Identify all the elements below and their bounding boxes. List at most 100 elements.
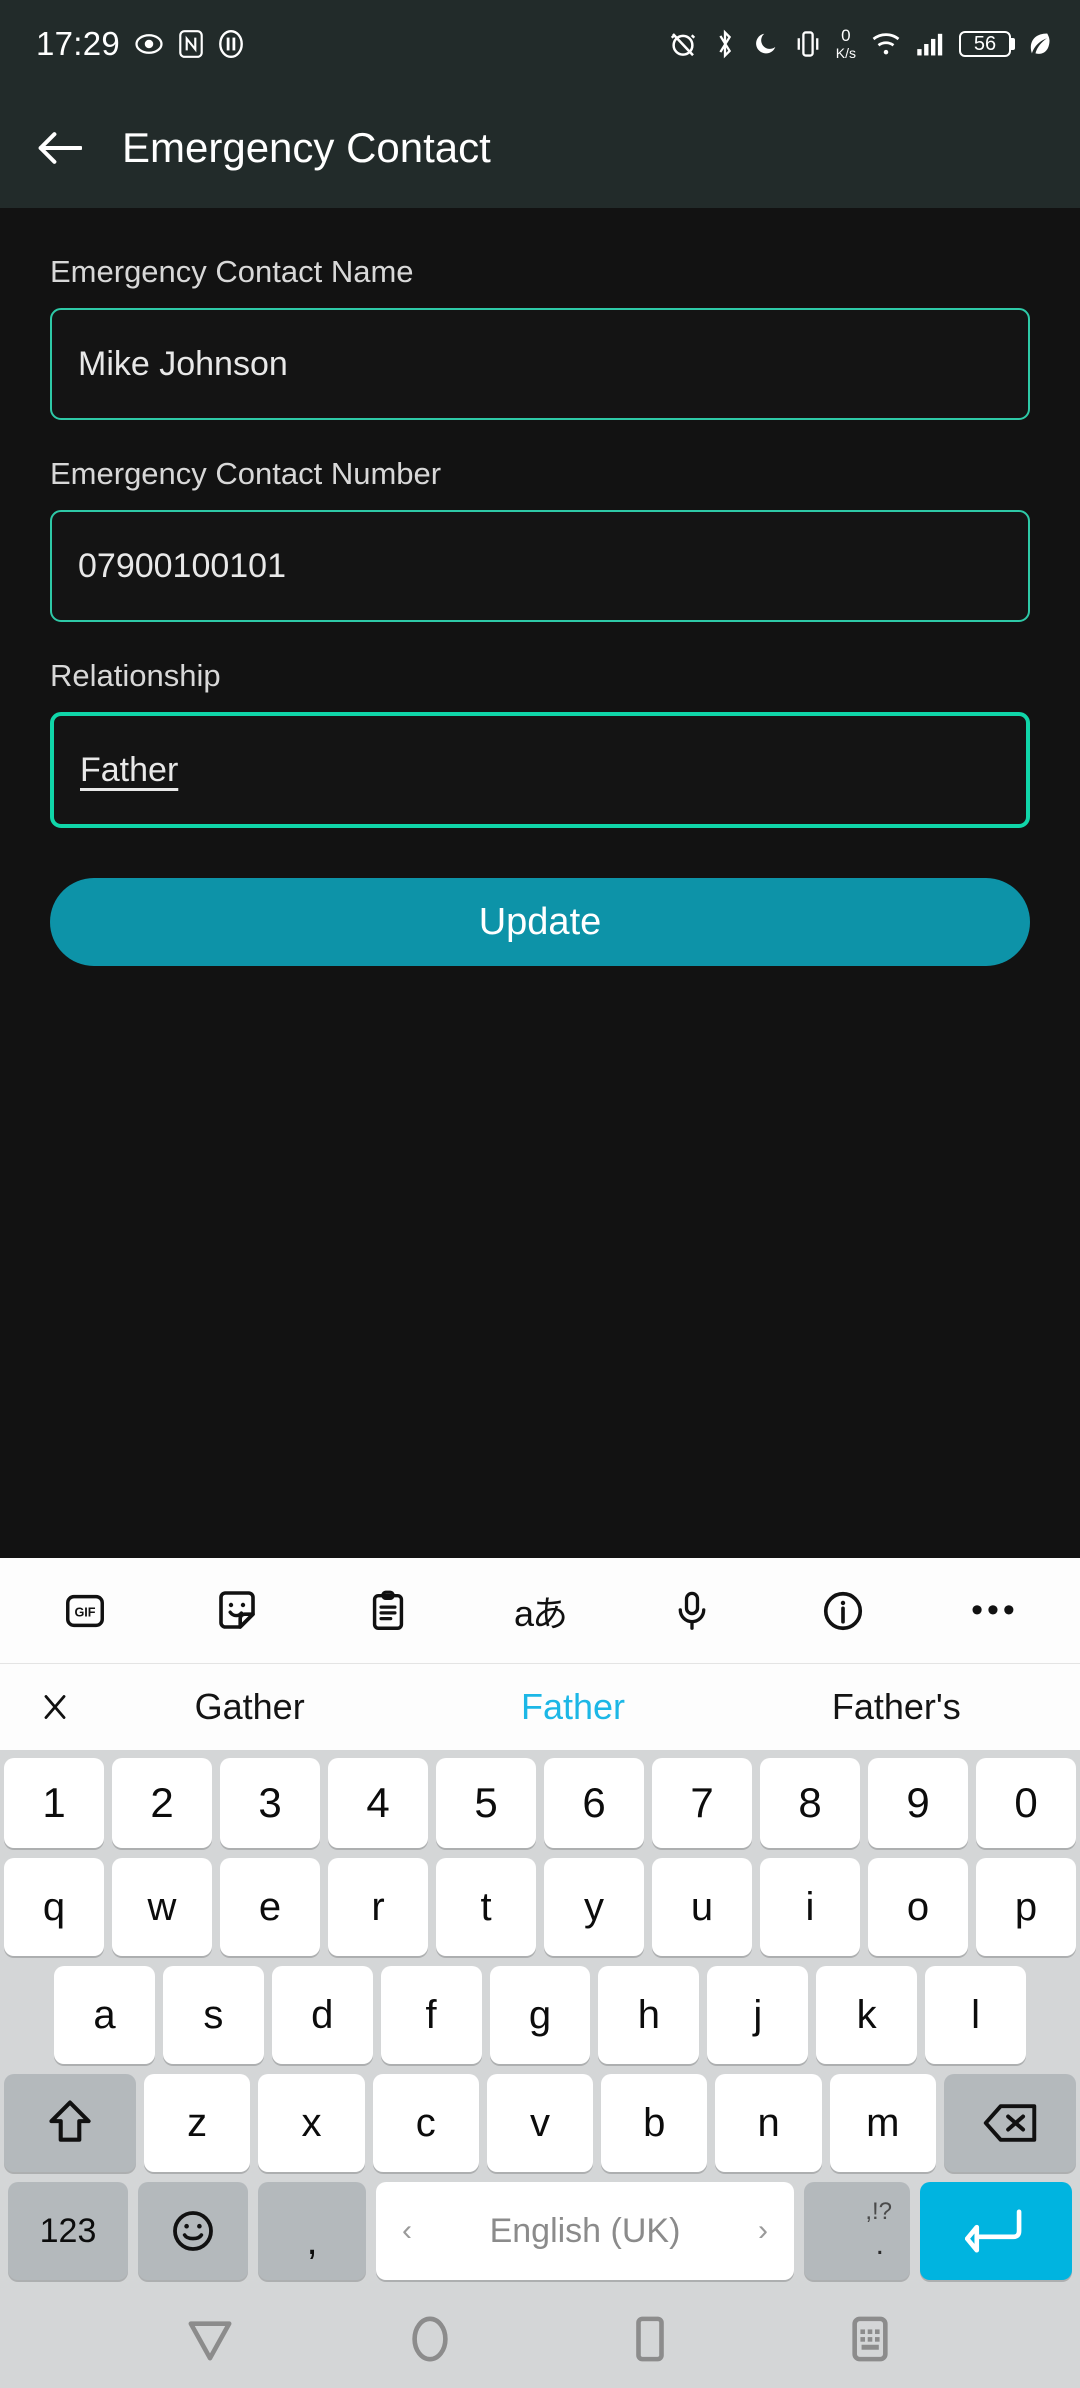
key-q[interactable]: q: [4, 1858, 104, 1956]
punctuation-key[interactable]: ,!? .: [804, 2182, 910, 2280]
battery-indicator: 56: [959, 31, 1011, 57]
info-icon[interactable]: [806, 1574, 880, 1648]
close-icon[interactable]: [22, 1692, 88, 1722]
key-f[interactable]: f: [380, 1966, 482, 2064]
key-n[interactable]: n: [715, 2074, 822, 2172]
value-emergency-contact-number: 07900100101: [78, 546, 287, 585]
key-c[interactable]: c: [372, 2074, 479, 2172]
phone-screen: 17:29 0 K/s 56 Emergency Contact Emergen…: [0, 0, 1080, 2388]
key-p[interactable]: p: [976, 1858, 1076, 1956]
key-2[interactable]: 2: [112, 1758, 212, 1848]
key-w[interactable]: w: [112, 1858, 212, 1956]
network-speed-indicator: 0 K/s: [836, 27, 856, 60]
space-key-label: English (UK): [489, 2211, 681, 2250]
comma-key[interactable]: ,: [258, 2182, 366, 2280]
suggestion-2[interactable]: Father's: [735, 1686, 1058, 1728]
key-r[interactable]: r: [328, 1858, 428, 1956]
key-m[interactable]: m: [829, 2074, 936, 2172]
status-bar-clock: 17:29: [36, 25, 121, 62]
key-z[interactable]: z: [144, 2074, 251, 2172]
home-circle-icon[interactable]: [385, 2309, 475, 2369]
sticker-icon[interactable]: [200, 1574, 274, 1648]
key-d[interactable]: d: [271, 1966, 373, 2064]
network-speed-unit: K/s: [835, 44, 856, 61]
key-x[interactable]: x: [258, 2074, 365, 2172]
value-emergency-contact-name: Mike Johnson: [78, 344, 288, 383]
key-g[interactable]: g: [489, 1966, 591, 2064]
navigation-bar: [0, 2290, 1080, 2388]
suggestion-strip: Gather Father Father's: [0, 1664, 1080, 1750]
hide-keyboard-icon[interactable]: [825, 2309, 915, 2369]
key-4[interactable]: 4: [328, 1758, 428, 1848]
form-body: Emergency Contact Name Mike Johnson Emer…: [0, 208, 1080, 1558]
status-bar-right: 0 K/s 56: [668, 27, 1052, 60]
key-i[interactable]: i: [760, 1858, 860, 1956]
input-emergency-contact-number[interactable]: 07900100101: [50, 510, 1030, 622]
do-not-disturb-moon-icon: [752, 30, 780, 58]
key-t[interactable]: t: [436, 1858, 536, 1956]
gif-icon[interactable]: GIF: [48, 1574, 122, 1648]
key-8[interactable]: 8: [760, 1758, 860, 1848]
backspace-icon[interactable]: [943, 2074, 1076, 2172]
key-5[interactable]: 5: [436, 1758, 536, 1848]
keyboard-row-home: a s d f g h j k l: [4, 1966, 1076, 2064]
space-next-language-arrow[interactable]: ›: [758, 2214, 768, 2248]
space-prev-language-arrow[interactable]: ‹: [402, 2214, 412, 2248]
key-o[interactable]: o: [868, 1858, 968, 1956]
network-speed-value: 0: [841, 25, 851, 45]
key-0[interactable]: 0: [976, 1758, 1076, 1848]
update-button[interactable]: Update: [50, 878, 1030, 966]
label-emergency-contact-name: Emergency Contact Name: [50, 254, 414, 289]
shift-arrow-icon[interactable]: [4, 2074, 137, 2172]
suggestion-0[interactable]: Gather: [88, 1686, 411, 1728]
key-7[interactable]: 7: [652, 1758, 752, 1848]
key-b[interactable]: b: [601, 2074, 708, 2172]
space-key[interactable]: ‹ English (UK) ›: [376, 2182, 794, 2280]
app-bar: Emergency Contact: [0, 88, 1080, 208]
pause-icon: [218, 29, 244, 59]
suggestion-1[interactable]: Father: [411, 1686, 734, 1728]
key-9[interactable]: 9: [868, 1758, 968, 1848]
value-relationship: Father: [80, 750, 179, 789]
label-relationship: Relationship: [50, 658, 221, 693]
nfc-icon: [178, 29, 204, 59]
key-l[interactable]: l: [925, 1966, 1027, 2064]
numeric-mode-key[interactable]: 123: [8, 2182, 128, 2280]
clipboard-icon[interactable]: [351, 1574, 425, 1648]
key-3[interactable]: 3: [220, 1758, 320, 1848]
eco-leaf-icon: [1026, 30, 1052, 58]
key-1[interactable]: 1: [4, 1758, 104, 1848]
key-j[interactable]: j: [707, 1966, 809, 2064]
alarm-off-icon: [668, 29, 698, 59]
key-u[interactable]: u: [652, 1858, 752, 1956]
key-h[interactable]: h: [598, 1966, 700, 2064]
punctuation-key-secondary-label: ,!?: [865, 2198, 892, 2225]
more-options-icon[interactable]: •••: [958, 1574, 1032, 1648]
recents-square-icon[interactable]: [605, 2309, 695, 2369]
back-triangle-icon[interactable]: [165, 2309, 255, 2369]
status-bar: 17:29 0 K/s 56: [0, 0, 1080, 88]
key-k[interactable]: k: [816, 1966, 918, 2064]
language-icon[interactable]: aあ: [503, 1574, 577, 1648]
keyboard-rows: 1 2 3 4 5 6 7 8 9 0 q w e r t y u i o p …: [0, 1750, 1080, 2280]
svg-text:GIF: GIF: [74, 1605, 95, 1619]
input-emergency-contact-name[interactable]: Mike Johnson: [50, 308, 1030, 420]
key-6[interactable]: 6: [544, 1758, 644, 1848]
microphone-icon[interactable]: [655, 1574, 729, 1648]
cellular-signal-icon: [916, 31, 944, 57]
key-e[interactable]: e: [220, 1858, 320, 1956]
key-s[interactable]: s: [162, 1966, 264, 2064]
arrow-left-icon[interactable]: [36, 130, 82, 166]
wifi-icon: [871, 31, 901, 57]
enter-return-icon[interactable]: [920, 2182, 1072, 2280]
eye-icon: [134, 29, 164, 59]
vibrate-icon: [795, 29, 821, 59]
key-a[interactable]: a: [54, 1966, 155, 2064]
on-screen-keyboard: GIF aあ ••• Gather Father Father's 1 2 3 …: [0, 1558, 1080, 2290]
key-y[interactable]: y: [544, 1858, 644, 1956]
emoji-smiley-icon[interactable]: [138, 2182, 248, 2280]
keyboard-toolbar: GIF aあ •••: [0, 1558, 1080, 1664]
page-title: Emergency Contact: [122, 124, 491, 171]
input-relationship[interactable]: Father: [50, 712, 1030, 828]
key-v[interactable]: v: [486, 2074, 594, 2172]
